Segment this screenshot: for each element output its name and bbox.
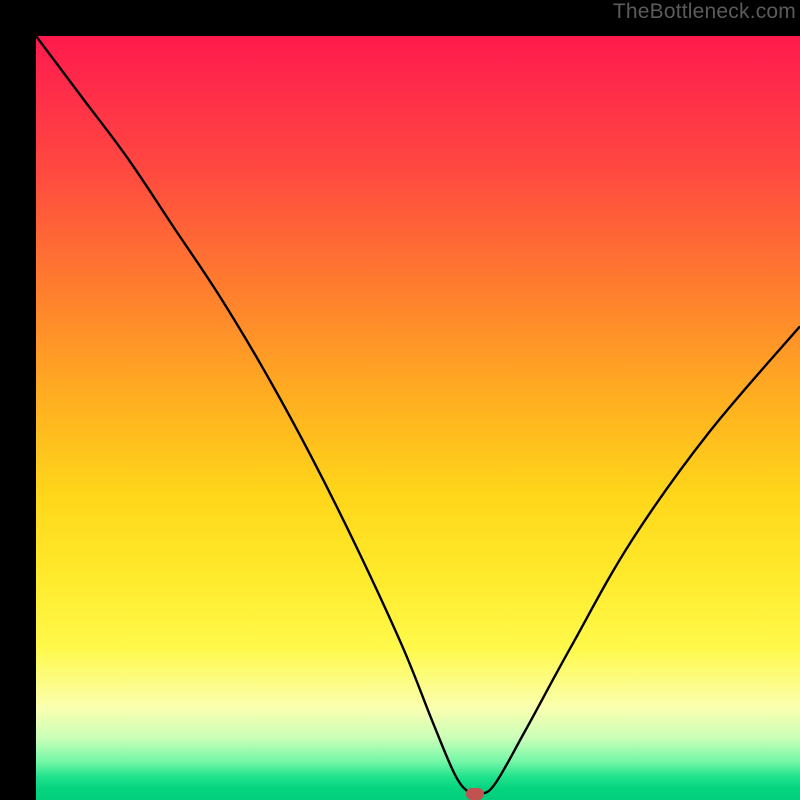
chart-frame — [0, 0, 800, 800]
bottleneck-curve — [36, 36, 800, 800]
chart-plot-area — [36, 36, 800, 800]
optimal-point-marker — [466, 788, 484, 800]
watermark-text: TheBottleneck.com — [613, 0, 796, 24]
